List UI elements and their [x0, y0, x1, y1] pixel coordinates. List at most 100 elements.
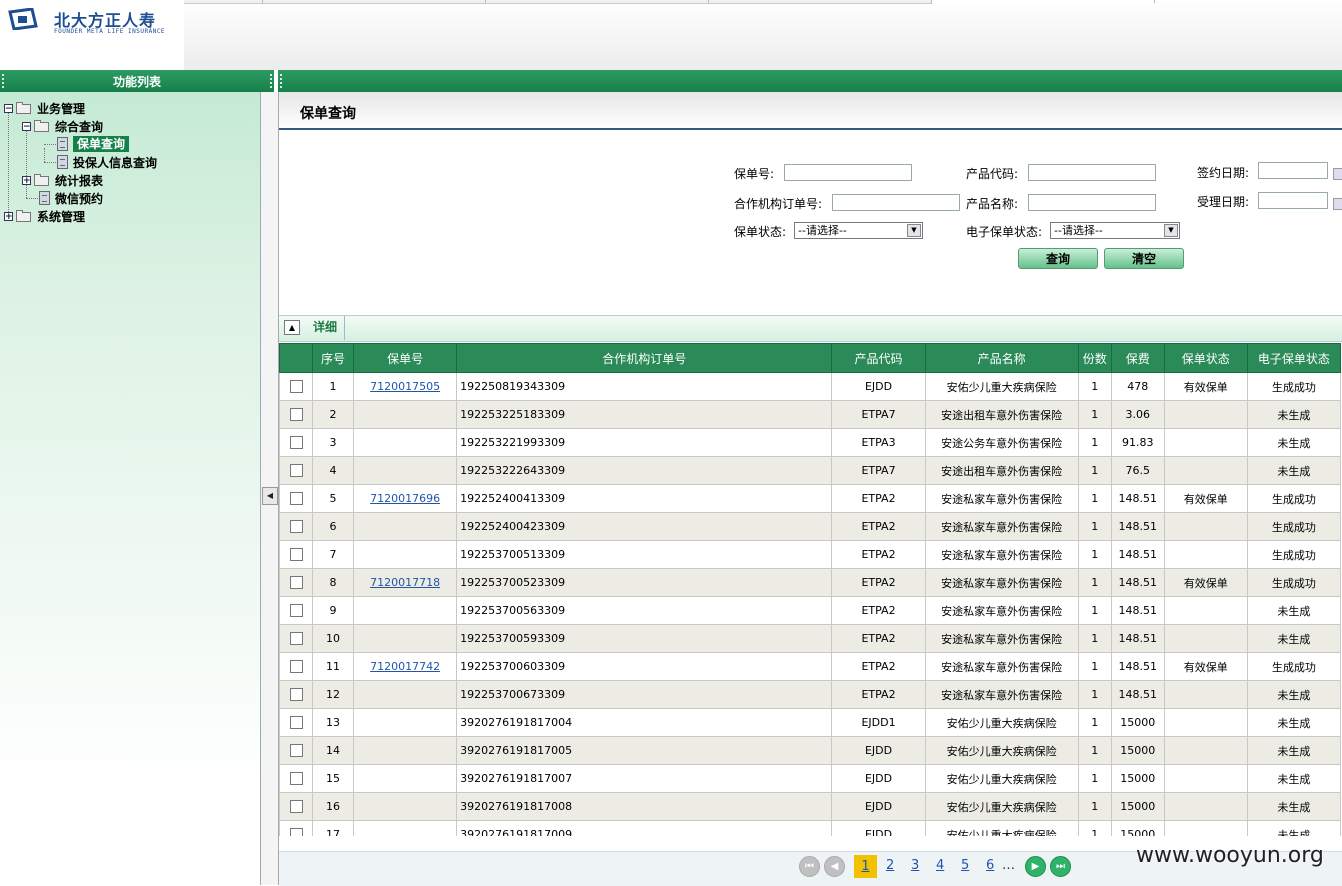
cell-no: 11 [312, 652, 355, 681]
row-checkbox[interactable] [289, 604, 303, 618]
cell-order: 192253222643309 [456, 456, 833, 485]
dropdown-arrow-icon[interactable]: ▼ [907, 224, 921, 237]
cell-status [1163, 624, 1248, 653]
grip-icon[interactable] [270, 74, 274, 88]
table-row[interactable]: 5 7120017696 192252400413309 ETPA2 安途私家车意外伤害… [279, 484, 1342, 513]
tree-item-applicant-query[interactable]: 投保人信息查询 [57, 153, 157, 171]
top-tab[interactable] [486, 0, 709, 4]
product-name-input[interactable] [1028, 194, 1156, 211]
next-page-icon[interactable]: ▶ [1025, 856, 1046, 877]
cell-policy: 7120017718 [353, 568, 458, 597]
page-current[interactable]: 1 [854, 855, 877, 878]
table-row[interactable]: 1 7120017505 192250819343309 EJDD 安佑少儿重大疾病保险… [279, 372, 1342, 401]
tree-item-system[interactable]: + 系统管理 [4, 207, 85, 225]
page-link[interactable]: 4 [936, 858, 944, 873]
table-row[interactable]: 8 7120017718 192253700523309 ETPA2 安途私家车意外伤害… [279, 568, 1342, 597]
table-row[interactable]: 2 192253225183309 ETPA7 安途出租车意外伤害保险 1 3.06 未生成 [279, 400, 1342, 429]
grip-icon[interactable] [280, 74, 284, 88]
row-checkbox[interactable] [289, 744, 303, 758]
row-checkbox[interactable] [289, 492, 303, 506]
last-page-icon[interactable]: ⏭ [1050, 856, 1071, 877]
tree-item-reports[interactable]: + 统计报表 [22, 171, 103, 189]
table-row[interactable]: 16 3920276191817008 EJDD 安佑少儿重大疾病保险 1 15000 未生… [279, 792, 1342, 821]
prev-page-icon[interactable]: ◀ [824, 856, 845, 877]
cell-order: 192253700593309 [456, 624, 833, 653]
accept-date-input[interactable] [1258, 192, 1328, 209]
cell-name: 安途公务车意外伤害保险 [924, 428, 1079, 457]
cell-code: ETPA2 [831, 540, 926, 569]
cell-policy [353, 456, 458, 485]
policy-link[interactable]: 7120017505 [370, 380, 440, 393]
policy-status-select[interactable]: --请选择-- ▼ [794, 222, 923, 239]
partner-order-input[interactable] [832, 194, 960, 211]
collapse-up-icon[interactable]: ▲ [284, 320, 300, 335]
row-checkbox[interactable] [289, 408, 303, 422]
row-checkbox[interactable] [289, 800, 303, 814]
tree-item-wechat[interactable]: 微信预约 [39, 189, 103, 207]
table-row[interactable]: 13 3920276191817004 EJDD1 安佑少儿重大疾病保险 1 15000 未… [279, 708, 1342, 737]
row-checkbox[interactable] [289, 828, 303, 836]
e-policy-status-select[interactable]: --请选择-- ▼ [1050, 222, 1180, 239]
table-row[interactable]: 3 192253221993309 ETPA3 安途公务车意外伤害保险 1 91.83 未生… [279, 428, 1342, 457]
column-header: 产品名称 [924, 343, 1079, 373]
policy-link[interactable]: 7120017696 [370, 492, 440, 505]
calendar-icon[interactable] [1333, 198, 1342, 210]
first-page-icon[interactable]: ⏮ [799, 856, 820, 877]
row-checkbox[interactable] [289, 772, 303, 786]
row-checkbox[interactable] [289, 632, 303, 646]
table-row[interactable]: 12 192253700673309 ETPA2 安途私家车意外伤害保险 1 148.51… [279, 680, 1342, 709]
page-link[interactable]: 6 [986, 858, 994, 873]
detail-tab[interactable]: 详细 [306, 316, 345, 340]
top-tab[interactable] [263, 0, 486, 4]
row-checkbox[interactable] [289, 380, 303, 394]
dropdown-arrow-icon[interactable]: ▼ [1164, 224, 1178, 237]
top-tab[interactable] [709, 0, 932, 4]
cell-name: 安途私家车意外伤害保险 [924, 652, 1079, 681]
policy-no-input[interactable] [784, 164, 912, 181]
row-checkbox[interactable] [289, 716, 303, 730]
row-checkbox[interactable] [289, 576, 303, 590]
table-row[interactable]: 7 192253700513309 ETPA2 安途私家车意外伤害保险 1 148.51 生… [279, 540, 1342, 569]
table-row[interactable]: 11 7120017742 192253700603309 ETPA2 安途私家车意外伤… [279, 652, 1342, 681]
row-checkbox[interactable] [289, 436, 303, 450]
cell-status [1163, 596, 1248, 625]
sign-date-input[interactable] [1258, 162, 1328, 179]
table-row[interactable]: 14 3920276191817005 EJDD 安佑少儿重大疾病保险 1 15000 未生… [279, 736, 1342, 765]
tree-item-policy-query[interactable]: 保单查询 [57, 135, 130, 153]
row-checkbox[interactable] [289, 660, 303, 674]
row-checkbox[interactable] [289, 520, 303, 534]
page-link[interactable]: 3 [911, 858, 919, 873]
product-code-input[interactable] [1028, 164, 1156, 181]
cell-code: EJDD [831, 764, 926, 793]
tree-item-general-query[interactable]: − 综合查询 [22, 117, 103, 135]
expand-icon[interactable]: + [22, 175, 31, 185]
table-row[interactable]: 4 192253222643309 ETPA7 安途出租车意外伤害保险 1 76.5 未生成 [279, 456, 1342, 485]
column-header[interactable] [279, 343, 314, 373]
calendar-icon[interactable] [1333, 168, 1342, 180]
table-row[interactable]: 6 192252400423309 ETPA2 安途私家车意外伤害保险 1 148.51 生… [279, 512, 1342, 541]
expand-icon[interactable]: + [4, 211, 13, 221]
policy-link[interactable]: 7120017718 [370, 576, 440, 589]
table-row[interactable]: 17 3920276191817009 EJDD 安佑少儿重大疾病保险 1 15000 未生… [279, 820, 1342, 836]
row-checkbox[interactable] [289, 688, 303, 702]
table-row[interactable]: 15 3920276191817007 EJDD 安佑少儿重大疾病保险 1 15000 未生… [279, 764, 1342, 793]
row-checkbox[interactable] [289, 464, 303, 478]
grip-icon[interactable] [2, 74, 6, 88]
query-button[interactable]: 查询 [1018, 248, 1098, 269]
cell-name: 安途私家车意外伤害保险 [924, 512, 1079, 541]
collapse-sidebar-icon[interactable]: ◀ [262, 487, 278, 505]
collapse-icon[interactable]: − [22, 121, 31, 131]
cell-code: ETPA7 [831, 400, 926, 429]
table-row[interactable]: 9 192253700563309 ETPA2 安途私家车意外伤害保险 1 148.51 未… [279, 596, 1342, 625]
tree-item-label: 投保人信息查询 [73, 155, 158, 170]
table-row[interactable]: 10 192253700593309 ETPA2 安途私家车意外伤害保险 1 148.51… [279, 624, 1342, 653]
tree-item-business[interactable]: − 业务管理 [4, 99, 85, 117]
top-tab-active[interactable] [932, 0, 1155, 3]
page-link[interactable]: 5 [961, 858, 969, 873]
cell-status: 有效保单 [1163, 568, 1248, 597]
collapse-icon[interactable]: − [4, 103, 13, 113]
row-checkbox[interactable] [289, 548, 303, 562]
clear-button[interactable]: 清空 [1104, 248, 1184, 269]
page-link[interactable]: 2 [886, 858, 894, 873]
policy-link[interactable]: 7120017742 [370, 660, 440, 673]
